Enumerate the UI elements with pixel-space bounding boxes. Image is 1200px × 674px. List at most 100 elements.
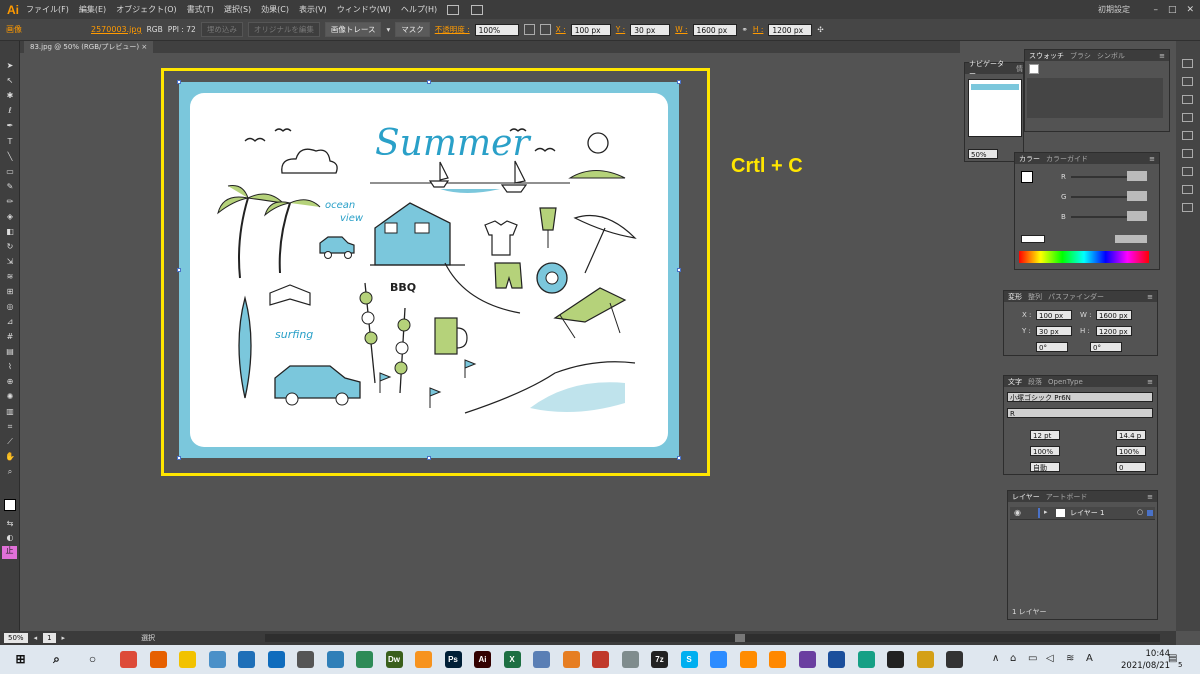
menu-edit[interactable]: 編集(E): [79, 4, 106, 15]
panel-menu-icon[interactable]: ≡: [1147, 378, 1153, 386]
line-tool-icon[interactable]: ╲: [5, 152, 15, 161]
swatches-panel-icon[interactable]: [1182, 59, 1193, 68]
tab-transform[interactable]: 変形: [1008, 292, 1022, 302]
app8-app-icon[interactable]: [326, 651, 344, 668]
mask-button[interactable]: マスク: [395, 22, 430, 37]
illustrator-app-icon[interactable]: Ai: [474, 651, 491, 668]
expand-arrow-icon[interactable]: ▸: [1044, 508, 1048, 516]
app26-app-icon[interactable]: [857, 651, 875, 668]
zoom-tool-icon[interactable]: ⌕: [5, 467, 15, 476]
excel-app-icon[interactable]: X: [503, 651, 521, 668]
settings-app-icon[interactable]: [297, 651, 314, 668]
tracking-input[interactable]: 0: [1116, 462, 1146, 472]
edit-original-button[interactable]: オリジナルを編集: [247, 22, 320, 37]
y-input[interactable]: 30 px: [630, 23, 671, 36]
none-white-swatch[interactable]: [1021, 235, 1045, 243]
pen-tool-icon[interactable]: ✒: [5, 121, 15, 130]
tab-opentype[interactable]: OpenType: [1048, 378, 1083, 386]
type-tool-icon[interactable]: T: [5, 137, 15, 146]
app29-app-icon[interactable]: [946, 651, 963, 668]
tab-navigator[interactable]: ナビゲーター: [969, 59, 1010, 79]
app4-app-icon[interactable]: [208, 651, 226, 668]
chrome-app-icon[interactable]: [120, 651, 137, 668]
tab-artboards[interactable]: アートボード: [1046, 492, 1088, 502]
fill-color-icon[interactable]: [1021, 171, 1033, 183]
artboard-tool-icon[interactable]: ⌗: [5, 422, 15, 431]
task-view-icon[interactable]: ○: [84, 651, 101, 668]
recolor-icon[interactable]: [523, 24, 535, 35]
blend-tool-icon[interactable]: ⊕: [5, 377, 15, 386]
close-button[interactable]: ✕: [1186, 5, 1194, 15]
blob-brush-tool-icon[interactable]: ◈: [5, 212, 15, 221]
dreamweaver-app-icon[interactable]: Dw: [385, 651, 403, 668]
eraser-tool-icon[interactable]: ◧: [5, 227, 15, 236]
rotate-tool-icon[interactable]: ↻: [5, 242, 15, 251]
prev-artboard-icon[interactable]: ◂: [34, 634, 38, 642]
lasso-tool-icon[interactable]: ℓ: [5, 106, 15, 115]
menu-window[interactable]: ウィンドウ(W): [337, 4, 391, 15]
image-trace-button[interactable]: 画像トレース: [324, 22, 382, 37]
scroll-thumb[interactable]: [735, 634, 745, 642]
blue-value-input[interactable]: [1127, 211, 1147, 221]
app22-app-icon[interactable]: [739, 651, 757, 668]
menu-select[interactable]: 選択(S): [224, 4, 251, 15]
selection-anchor[interactable]: [427, 80, 431, 84]
leading-input[interactable]: 14.4 p: [1116, 430, 1146, 440]
blue-slider[interactable]: [1071, 216, 1131, 218]
linked-filename[interactable]: 2570003.jpg: [91, 25, 142, 34]
brushes-panel-icon[interactable]: [1182, 77, 1193, 86]
gradient-panel-icon[interactable]: [1182, 149, 1193, 158]
visibility-eye-icon[interactable]: ◉: [1014, 508, 1021, 517]
trace-dropdown-icon[interactable]: ▾: [386, 25, 390, 34]
selection-indicator[interactable]: [1147, 510, 1153, 516]
menu-effect[interactable]: 効果(C): [261, 4, 289, 15]
selection-anchor[interactable]: [427, 456, 431, 460]
screen-mode-icon[interactable]: 止: [2, 546, 17, 559]
menu-view[interactable]: 表示(V): [299, 4, 327, 15]
selection-tool-icon[interactable]: ➤: [5, 61, 15, 70]
x-input[interactable]: 100 px: [570, 23, 611, 36]
record-app-icon[interactable]: [887, 651, 904, 668]
vertical-scale-input[interactable]: 100%: [1030, 446, 1060, 456]
layer-name[interactable]: レイヤー 1: [1070, 508, 1104, 518]
column-graph-tool-icon[interactable]: ▥: [5, 407, 15, 416]
transform-w-input[interactable]: 1600 px: [1096, 310, 1132, 320]
panel-menu-icon[interactable]: ≡: [1147, 493, 1153, 501]
scale-tool-icon[interactable]: ⇲: [5, 257, 15, 266]
butterfly-app-icon[interactable]: [562, 651, 580, 668]
font-style-select[interactable]: R: [1007, 408, 1153, 418]
close-tab-icon[interactable]: ×: [141, 43, 147, 51]
app11-app-icon[interactable]: [415, 651, 432, 668]
stroke-panel-icon[interactable]: [1182, 131, 1193, 140]
minimize-button[interactable]: –: [1153, 5, 1158, 15]
selection-anchor[interactable]: [677, 456, 681, 460]
kerning-input[interactable]: 自動: [1030, 462, 1060, 472]
link-proportions-icon[interactable]: ⚭: [742, 25, 748, 34]
mesh-tool-icon[interactable]: #: [5, 332, 15, 341]
app15-app-icon[interactable]: [533, 651, 550, 668]
tab-align[interactable]: 整列: [1028, 292, 1042, 302]
firefox-app-icon[interactable]: [149, 651, 167, 668]
tab-color-guide[interactable]: カラーガイド: [1046, 154, 1088, 164]
red-slider[interactable]: [1071, 176, 1131, 178]
zoom-level-select[interactable]: 50%: [4, 633, 28, 643]
color-spectrum[interactable]: [1019, 251, 1149, 263]
horizontal-scrollbar[interactable]: [265, 634, 1160, 642]
layer-row[interactable]: ◉ ▸ レイヤー 1 ○: [1010, 507, 1155, 520]
music-app-icon[interactable]: [828, 651, 845, 668]
pencil-tool-icon[interactable]: ✏: [5, 197, 15, 206]
panel-menu-icon[interactable]: ≡: [1147, 293, 1153, 301]
navigator-preview[interactable]: [968, 79, 1022, 137]
tab-swatches[interactable]: スウォッチ: [1029, 51, 1064, 61]
panel-menu-icon[interactable]: ≡: [1149, 155, 1155, 163]
battery-icon[interactable]: ▭: [1028, 653, 1037, 664]
system-clock[interactable]: 10:44 2021/08/21: [1121, 648, 1170, 672]
workspace-switcher[interactable]: 初期設定: [1098, 4, 1130, 15]
network-icon[interactable]: ⌂: [1010, 653, 1016, 664]
explorer-app-icon[interactable]: [179, 651, 196, 668]
volume-icon[interactable]: ◁: [1046, 653, 1054, 664]
arrange-documents-icon[interactable]: [471, 4, 484, 15]
swatch-none[interactable]: [1029, 64, 1039, 74]
tab-character[interactable]: 文字: [1008, 377, 1022, 387]
menu-file[interactable]: ファイル(F): [26, 4, 69, 15]
